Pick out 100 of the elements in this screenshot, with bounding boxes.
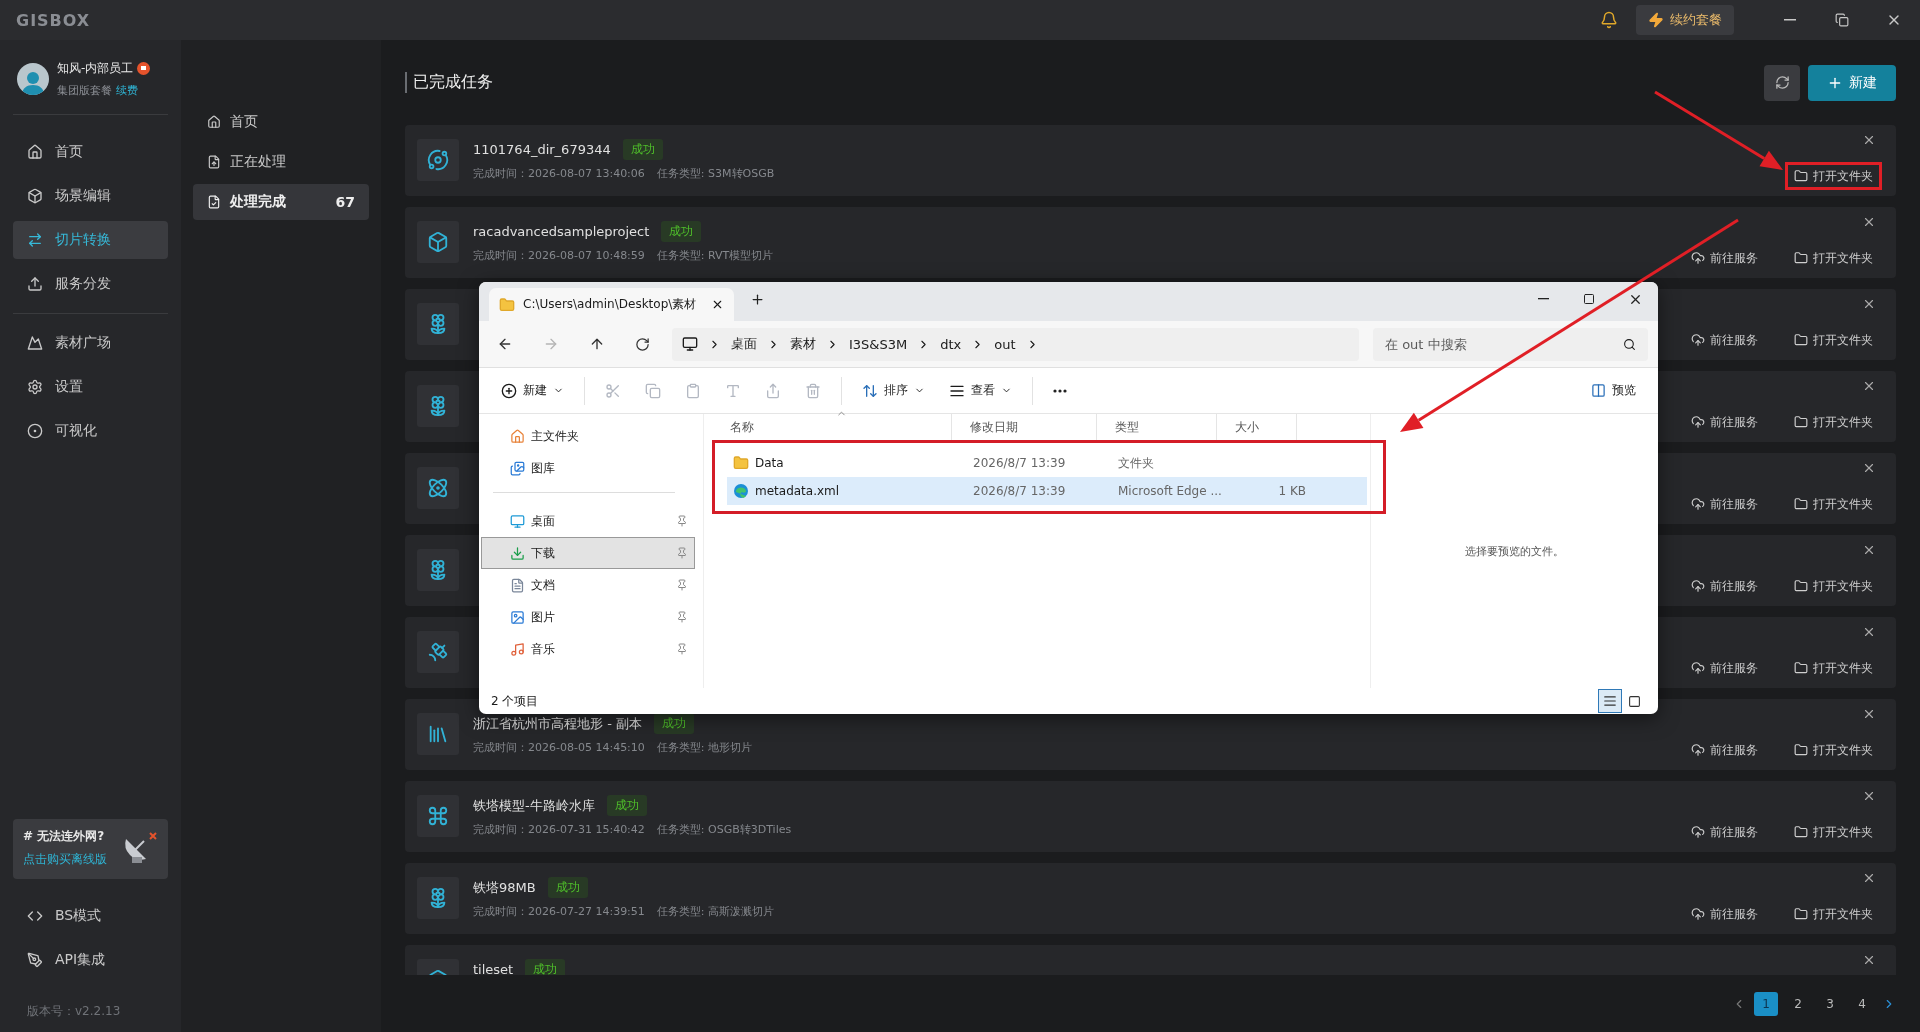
nav-item[interactable]: 切片转换 bbox=[13, 221, 168, 259]
task-name: racadvancedsampleproject bbox=[473, 224, 650, 239]
go-to-service-button[interactable]: 前往服务 bbox=[1682, 818, 1767, 846]
nav-pane-item[interactable]: 音乐 bbox=[481, 633, 695, 665]
open-folder-button[interactable]: 打开文件夹 bbox=[1785, 162, 1882, 190]
close-icon[interactable] bbox=[1862, 625, 1876, 639]
file-row[interactable]: metadata.xml 2026/8/7 13:39 Microsoft Edge ... 1 KB bbox=[727, 477, 1367, 505]
column-header[interactable]: 类型 bbox=[1097, 414, 1217, 440]
go-to-service-button[interactable]: 前往服务 bbox=[1682, 572, 1767, 600]
close-icon[interactable] bbox=[1862, 707, 1876, 721]
nav-pane-item[interactable]: 下载 bbox=[481, 537, 695, 569]
nav-pane-item[interactable]: 主文件夹 bbox=[481, 420, 695, 452]
subnav-label: 首页 bbox=[230, 113, 258, 131]
subnav-item[interactable]: 处理完成 67 bbox=[193, 184, 369, 220]
close-icon[interactable] bbox=[1862, 133, 1876, 147]
nav-pane-item[interactable]: 图片 bbox=[481, 601, 695, 633]
file-type: 文件夹 bbox=[1117, 454, 1155, 472]
file-row[interactable]: Data 2026/8/7 13:39 文件夹 bbox=[727, 449, 1367, 477]
notification-bell-icon[interactable] bbox=[1600, 11, 1618, 29]
status-badge: 成功 bbox=[661, 221, 702, 242]
file-upload-icon bbox=[207, 155, 221, 169]
close-icon[interactable] bbox=[1862, 789, 1876, 803]
open-folder-button[interactable]: 打开文件夹 bbox=[1785, 818, 1882, 846]
nav-item[interactable]: 可视化 bbox=[13, 412, 168, 450]
nav-item[interactable]: 场景编辑 bbox=[13, 177, 168, 215]
file-name: Data bbox=[727, 455, 967, 471]
promo-link[interactable]: 点击购买离线版 bbox=[23, 851, 158, 868]
nav-pane-label: 图库 bbox=[531, 459, 556, 477]
open-folder-button[interactable]: 打开文件夹 bbox=[1785, 408, 1882, 436]
cloud-upload-icon bbox=[1691, 333, 1705, 347]
nav-item[interactable]: 设置 bbox=[13, 368, 168, 406]
search-field[interactable]: 在 out 中搜索 bbox=[1373, 327, 1648, 361]
renew-link[interactable]: 续费 bbox=[116, 84, 138, 97]
subnav-item[interactable]: 正在处理 bbox=[193, 144, 369, 180]
renew-plan-button[interactable]: 续约套餐 bbox=[1636, 5, 1734, 35]
open-folder-button[interactable]: 打开文件夹 bbox=[1785, 490, 1882, 518]
sort-button[interactable]: 排序 bbox=[852, 378, 935, 403]
music-icon bbox=[510, 641, 525, 657]
go-to-service-button[interactable]: 前往服务 bbox=[1682, 736, 1767, 764]
breadcrumb-item[interactable]: dtx bbox=[940, 336, 962, 352]
pen-icon bbox=[27, 952, 43, 968]
close-icon[interactable] bbox=[1862, 953, 1876, 967]
go-to-service-button[interactable]: 前往服务 bbox=[1682, 408, 1767, 436]
breadcrumb-item[interactable]: out bbox=[994, 336, 1016, 352]
address-bar[interactable]: 桌面 素材 I3S&S3M dtx out bbox=[672, 327, 1359, 361]
subnav-item[interactable]: 首页 bbox=[193, 104, 369, 140]
nav-item[interactable]: BS模式 bbox=[13, 897, 168, 935]
close-icon[interactable] bbox=[711, 298, 724, 311]
explorer-tab[interactable]: C:\Users\admin\Desktop\素材 bbox=[489, 288, 734, 321]
page-number[interactable]: 3 bbox=[1818, 991, 1842, 1016]
task-type: 任务类型: S3M转OSGB bbox=[656, 166, 775, 181]
open-folder-button[interactable]: 打开文件夹 bbox=[1785, 900, 1882, 928]
gallery-icon bbox=[510, 460, 525, 476]
open-folder-button[interactable]: 打开文件夹 bbox=[1785, 654, 1882, 682]
view-button[interactable]: 查看 bbox=[939, 378, 1022, 403]
settings-icon bbox=[27, 379, 43, 395]
go-to-service-button[interactable]: 前往服务 bbox=[1682, 654, 1767, 682]
column-header[interactable]: 名称 bbox=[712, 414, 952, 440]
square-icon bbox=[1627, 694, 1641, 708]
nav-item[interactable]: 素材广场 bbox=[13, 324, 168, 362]
task-name: tileset bbox=[473, 962, 514, 975]
close-icon[interactable] bbox=[1862, 871, 1876, 885]
open-folder-button[interactable]: 打开文件夹 bbox=[1785, 572, 1882, 600]
nav-pane-item[interactable]: 桌面 bbox=[481, 505, 695, 537]
desktop-icon bbox=[510, 513, 525, 529]
breadcrumb-item[interactable]: 桌面 bbox=[731, 335, 757, 353]
open-folder-button[interactable]: 打开文件夹 bbox=[1785, 736, 1882, 764]
new-button[interactable]: 新建 bbox=[491, 378, 574, 403]
page-number[interactable]: 4 bbox=[1850, 991, 1874, 1016]
page-number[interactable]: 2 bbox=[1786, 991, 1810, 1016]
open-folder-button[interactable]: 打开文件夹 bbox=[1785, 326, 1882, 354]
column-header[interactable]: 大小 bbox=[1217, 414, 1297, 440]
nav-pane-item[interactable]: 图库 bbox=[481, 452, 695, 484]
nav-item[interactable]: 首页 bbox=[13, 133, 168, 171]
open-folder-button[interactable]: 打开文件夹 bbox=[1785, 244, 1882, 272]
new-task-button[interactable]: 新建 bbox=[1808, 64, 1896, 101]
nav-pane-label: 主文件夹 bbox=[531, 427, 580, 445]
go-to-service-button[interactable]: 前往服务 bbox=[1682, 900, 1767, 928]
close-icon[interactable] bbox=[1862, 379, 1876, 393]
details-view-button[interactable] bbox=[1598, 689, 1622, 713]
folder-icon bbox=[1794, 825, 1808, 839]
preview-button[interactable]: 预览 bbox=[1581, 378, 1646, 403]
panel-icon bbox=[1591, 383, 1606, 398]
nav-item[interactable]: 服务分发 bbox=[13, 265, 168, 303]
offline-promo-card[interactable]: # 无法连外网? 点击购买离线版 bbox=[13, 819, 168, 879]
go-to-service-button[interactable]: 前往服务 bbox=[1682, 490, 1767, 518]
breadcrumb-item[interactable]: I3S&S3M bbox=[849, 336, 908, 352]
close-icon[interactable] bbox=[1862, 461, 1876, 475]
column-header[interactable]: 修改日期 bbox=[952, 414, 1097, 440]
close-icon[interactable] bbox=[1862, 297, 1876, 311]
nav-item[interactable]: API集成 bbox=[13, 941, 168, 979]
close-icon[interactable] bbox=[1862, 215, 1876, 229]
page-number[interactable]: 1 bbox=[1754, 991, 1778, 1016]
refresh-button[interactable] bbox=[1764, 64, 1800, 101]
nav-pane-item[interactable]: 文档 bbox=[481, 569, 695, 601]
go-to-service-button[interactable]: 前往服务 bbox=[1682, 244, 1767, 272]
close-icon[interactable] bbox=[1862, 543, 1876, 557]
breadcrumb-item[interactable]: 素材 bbox=[790, 335, 816, 353]
go-to-service-button[interactable]: 前往服务 bbox=[1682, 326, 1767, 354]
status-badge: 成功 bbox=[622, 139, 663, 160]
